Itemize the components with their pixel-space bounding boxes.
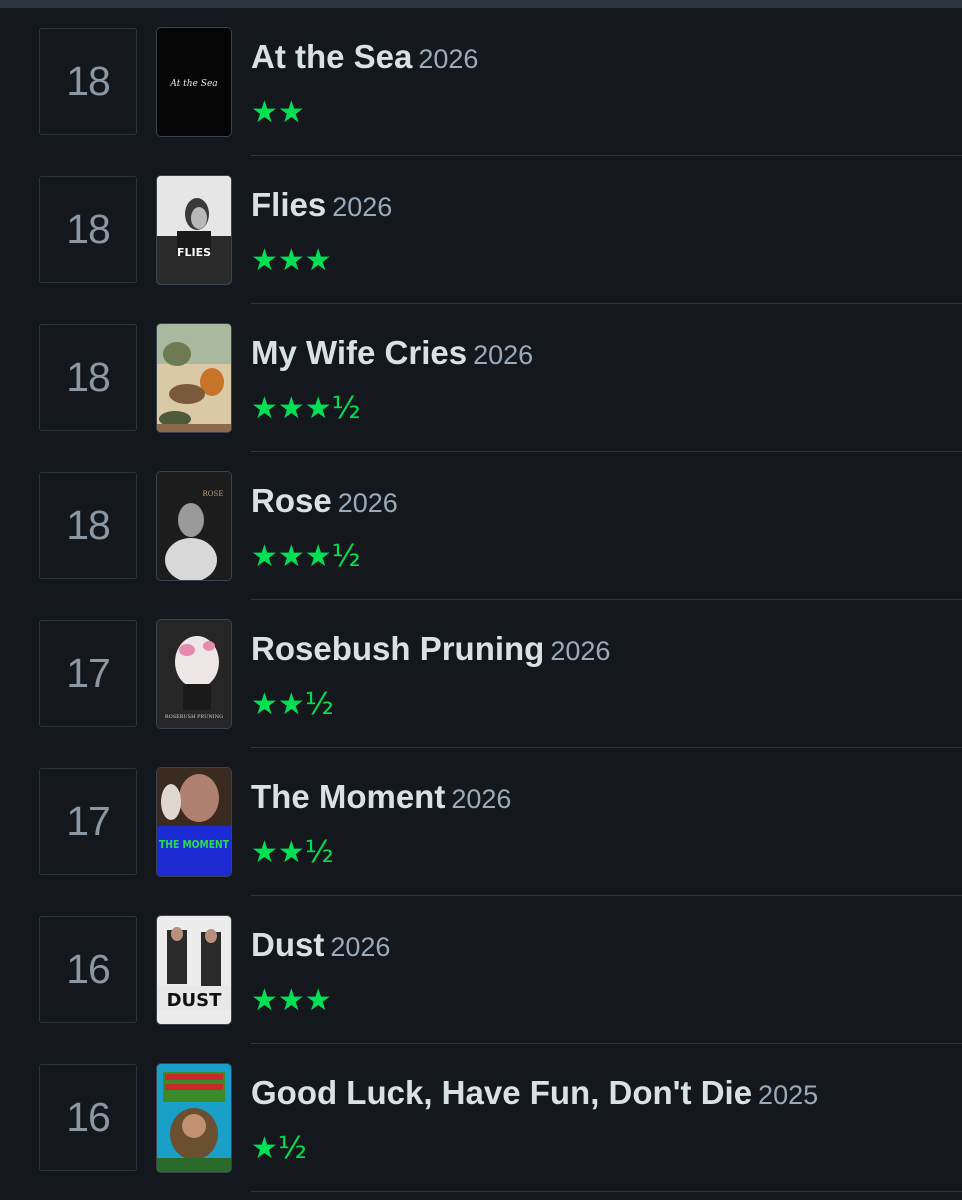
list-item: 18 My Wife Cries 2026 ★★★½: [0, 304, 962, 452]
film-title[interactable]: My Wife Cries: [251, 334, 467, 371]
rank-number: 18: [39, 28, 137, 135]
poster-image: [157, 1064, 231, 1172]
title-line: Good Luck, Have Fun, Don't Die 2025: [251, 1074, 818, 1112]
film-poster[interactable]: FLIES: [157, 176, 231, 284]
poster-caption: DUST: [167, 990, 223, 1011]
poster-caption: At the Sea: [169, 79, 217, 89]
title-line: Rose 2026: [251, 482, 398, 520]
list-item: 16 DUST Dust 2026 ★★★: [0, 896, 962, 1044]
row-divider: [251, 1191, 962, 1192]
star-rating: ★★★: [251, 243, 332, 278]
poster-image: THE MOMENT: [157, 768, 231, 876]
star-rating: ★★½: [251, 835, 334, 870]
film-year[interactable]: 2026: [473, 340, 533, 370]
rank-number: 18: [39, 176, 137, 283]
film-title[interactable]: The Moment: [251, 778, 445, 815]
rank-number: 18: [39, 472, 137, 579]
list-item: 18 ROSE Rose 2026 ★★★½: [0, 452, 962, 600]
list-item: 17 THE MOMENT The Moment 2026 ★★½: [0, 748, 962, 896]
poster-image: ROSEBUSH PRUNING: [157, 620, 231, 728]
film-year[interactable]: 2026: [330, 932, 390, 962]
poster-caption: THE MOMENT: [159, 838, 229, 851]
film-title[interactable]: Good Luck, Have Fun, Don't Die: [251, 1074, 752, 1111]
title-line: The Moment 2026: [251, 778, 511, 816]
poster-image: FLIES: [157, 176, 231, 284]
title-line: Flies 2026: [251, 186, 392, 224]
film-title[interactable]: Dust: [251, 926, 324, 963]
title-line: Rosebush Pruning 2026: [251, 630, 610, 668]
rank-number: 17: [39, 620, 137, 727]
star-rating: ★★½: [251, 687, 334, 722]
poster-image: At the Sea: [157, 28, 231, 136]
rank-number: 16: [39, 916, 137, 1023]
film-year[interactable]: 2026: [418, 44, 478, 74]
star-rating: ★½: [251, 1131, 307, 1166]
film-poster[interactable]: ROSE: [157, 472, 231, 580]
poster-image: ROSE: [157, 472, 231, 580]
film-title[interactable]: Rose: [251, 482, 332, 519]
film-title[interactable]: At the Sea: [251, 38, 412, 75]
film-year[interactable]: 2025: [758, 1080, 818, 1110]
poster-image: [157, 324, 231, 432]
title-line: My Wife Cries 2026: [251, 334, 533, 372]
film-poster[interactable]: At the Sea: [157, 28, 231, 136]
film-poster[interactable]: THE MOMENT: [157, 768, 231, 876]
title-line: Dust 2026: [251, 926, 390, 964]
rank-number: 17: [39, 768, 137, 875]
star-rating: ★★★½: [251, 539, 361, 574]
title-line: At the Sea 2026: [251, 38, 478, 76]
rank-number: 16: [39, 1064, 137, 1171]
list-item: 18 At the Sea At the Sea 2026 ★★: [0, 8, 962, 156]
top-bar: [0, 0, 962, 8]
film-year[interactable]: 2026: [451, 784, 511, 814]
star-rating: ★★★½: [251, 391, 361, 426]
poster-image: DUST: [157, 916, 231, 1024]
star-rating: ★★★: [251, 983, 332, 1018]
film-year[interactable]: 2026: [338, 488, 398, 518]
poster-caption: ROSE: [203, 490, 224, 498]
film-list: 18 At the Sea At the Sea 2026 ★★ 18 FLIES: [0, 8, 962, 1192]
star-rating: ★★: [251, 95, 305, 130]
film-poster[interactable]: DUST: [157, 916, 231, 1024]
film-poster[interactable]: ROSEBUSH PRUNING: [157, 620, 231, 728]
poster-caption: ROSEBUSH PRUNING: [165, 714, 223, 720]
film-title[interactable]: Rosebush Pruning: [251, 630, 544, 667]
film-poster[interactable]: [157, 1064, 231, 1172]
film-title[interactable]: Flies: [251, 186, 326, 223]
list-item: 18 FLIES Flies 2026 ★★★: [0, 156, 962, 304]
list-item: 17 ROSEBUSH PRUNING Rosebush Pruning 2026…: [0, 600, 962, 748]
rank-number: 18: [39, 324, 137, 431]
film-year[interactable]: 2026: [550, 636, 610, 666]
film-year[interactable]: 2026: [332, 192, 392, 222]
poster-caption: FLIES: [177, 246, 211, 259]
film-poster[interactable]: [157, 324, 231, 432]
list-item: 16 Good Luck, Have Fun, Don't Die 2025 ★½: [0, 1044, 962, 1192]
